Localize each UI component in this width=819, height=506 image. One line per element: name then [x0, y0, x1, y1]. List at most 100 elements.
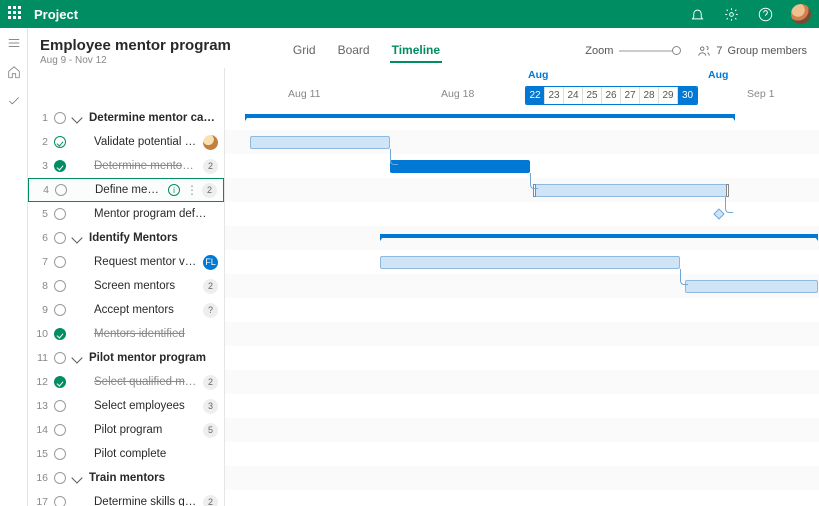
task-badge: 2 — [203, 495, 218, 506]
day-cell[interactable]: 24 — [564, 87, 583, 104]
task-badge: 2 — [203, 159, 218, 174]
gantt-task-bar[interactable] — [535, 184, 727, 197]
date-range-selector[interactable]: 222324252627282930 — [525, 86, 698, 105]
task-row[interactable]: 8Screen mentors2 — [28, 274, 224, 298]
task-badge: 5 — [203, 423, 218, 438]
row-number: 4 — [35, 184, 49, 196]
task-status-icon[interactable] — [54, 472, 66, 484]
task-badge: 2 — [202, 183, 217, 198]
task-row[interactable]: 17Determine skills g…2 — [28, 490, 224, 506]
task-status-icon[interactable] — [54, 328, 66, 340]
task-row[interactable]: 3Determine mentor q…2 — [28, 154, 224, 178]
row-number: 11 — [34, 352, 48, 364]
task-name: Screen mentors — [94, 280, 197, 292]
task-row[interactable]: 14Pilot program5 — [28, 418, 224, 442]
info-icon[interactable]: i — [168, 184, 180, 196]
task-row[interactable]: 2Validate potential jo… — [28, 130, 224, 154]
task-row[interactable]: 11Pilot mentor program — [28, 346, 224, 370]
task-row[interactable]: 4 Define mentor i ⋮ 2 — [28, 178, 224, 202]
gantt-task-bar[interactable] — [390, 160, 530, 173]
home-icon[interactable] — [7, 65, 21, 82]
gantt-milestone[interactable] — [713, 208, 724, 219]
task-status-icon[interactable] — [54, 280, 66, 292]
member-count: 7 — [716, 45, 722, 57]
view-board[interactable]: Board — [336, 39, 372, 63]
view-timeline[interactable]: Timeline — [390, 39, 442, 63]
day-cell[interactable]: 30 — [678, 87, 697, 104]
menu-icon[interactable] — [7, 36, 21, 53]
row-number: 1 — [34, 112, 48, 124]
task-status-icon[interactable] — [54, 376, 66, 388]
task-status-icon[interactable] — [54, 112, 66, 124]
row-number: 6 — [34, 232, 48, 244]
task-row[interactable]: 1 Determine mentor ca… — [28, 106, 224, 130]
task-status-icon[interactable] — [54, 160, 66, 172]
task-row[interactable]: 15Pilot complete — [28, 442, 224, 466]
gantt-task-bar[interactable] — [685, 280, 818, 293]
task-list: 1Determine mentor ca…2Validate potential… — [28, 68, 225, 506]
day-cell[interactable]: 29 — [659, 87, 678, 104]
member-label: Group members — [728, 45, 807, 57]
view-grid[interactable]: Grid — [291, 39, 318, 63]
task-status-icon[interactable] — [54, 136, 66, 148]
row-number: 9 — [34, 304, 48, 316]
project-date-range: Aug 9 - Nov 12 — [40, 55, 231, 66]
day-cell[interactable]: 26 — [602, 87, 621, 104]
gantt-summary-bar[interactable] — [380, 234, 818, 238]
task-row[interactable]: 12Select qualified men…2 — [28, 370, 224, 394]
zoom-control[interactable]: Zoom — [585, 45, 679, 57]
chevron-down-icon[interactable] — [71, 112, 82, 123]
settings-icon[interactable] — [723, 6, 739, 22]
task-name: Define mentor — [95, 184, 162, 196]
task-row[interactable]: 10Mentors identified — [28, 322, 224, 346]
task-row[interactable]: 16Train mentors — [28, 466, 224, 490]
task-status-icon[interactable] — [54, 400, 66, 412]
view-switcher: Grid Board Timeline — [291, 39, 442, 63]
row-number: 10 — [34, 328, 48, 340]
user-avatar[interactable] — [791, 4, 811, 24]
assignee-avatar[interactable] — [203, 135, 218, 150]
day-cell[interactable]: 22 — [526, 87, 545, 104]
task-status-icon[interactable] — [55, 184, 67, 196]
task-name: Select employees — [94, 400, 197, 412]
task-name: Mentor program def… — [94, 208, 218, 220]
chevron-down-icon[interactable] — [71, 232, 82, 243]
task-status-icon[interactable] — [54, 208, 66, 220]
day-cell[interactable]: 28 — [640, 87, 659, 104]
task-name: Determine mentor ca… — [89, 112, 218, 124]
task-status-icon[interactable] — [54, 424, 66, 436]
task-row[interactable]: 9Accept mentors? — [28, 298, 224, 322]
task-status-icon[interactable] — [54, 304, 66, 316]
task-row[interactable]: 7Request mentor vol…FL — [28, 250, 224, 274]
task-row[interactable]: 6Identify Mentors — [28, 226, 224, 250]
task-status-icon[interactable] — [54, 448, 66, 460]
task-name: Validate potential jo… — [94, 136, 197, 148]
notifications-icon[interactable] — [689, 6, 705, 22]
task-badge: FL — [203, 255, 218, 270]
task-row[interactable]: 13Select employees3 — [28, 394, 224, 418]
chevron-down-icon[interactable] — [71, 352, 82, 363]
task-status-icon[interactable] — [54, 496, 66, 506]
task-status-icon[interactable] — [54, 232, 66, 244]
app-launcher-icon[interactable] — [8, 6, 24, 22]
day-cell[interactable]: 23 — [545, 87, 564, 104]
more-icon[interactable]: ⋮ — [186, 186, 196, 194]
task-status-icon[interactable] — [54, 352, 66, 364]
chevron-down-icon[interactable] — [71, 472, 82, 483]
group-members[interactable]: 7 Group members — [697, 44, 807, 58]
gantt-task-bar[interactable] — [250, 136, 390, 149]
task-status-icon[interactable] — [54, 256, 66, 268]
day-cell[interactable]: 25 — [583, 87, 602, 104]
left-rail — [0, 28, 28, 506]
day-cell[interactable]: 27 — [621, 87, 640, 104]
check-icon[interactable] — [7, 94, 21, 111]
row-number: 14 — [34, 424, 48, 436]
task-badge: ? — [203, 303, 218, 318]
project-title: Employee mentor program — [40, 37, 231, 54]
task-row[interactable]: 5Mentor program def… — [28, 202, 224, 226]
zoom-label: Zoom — [585, 45, 613, 57]
brand-name: Project — [34, 7, 78, 22]
gantt-task-bar[interactable] — [380, 256, 680, 269]
gantt-summary-bar[interactable] — [245, 114, 735, 118]
help-icon[interactable] — [757, 6, 773, 22]
